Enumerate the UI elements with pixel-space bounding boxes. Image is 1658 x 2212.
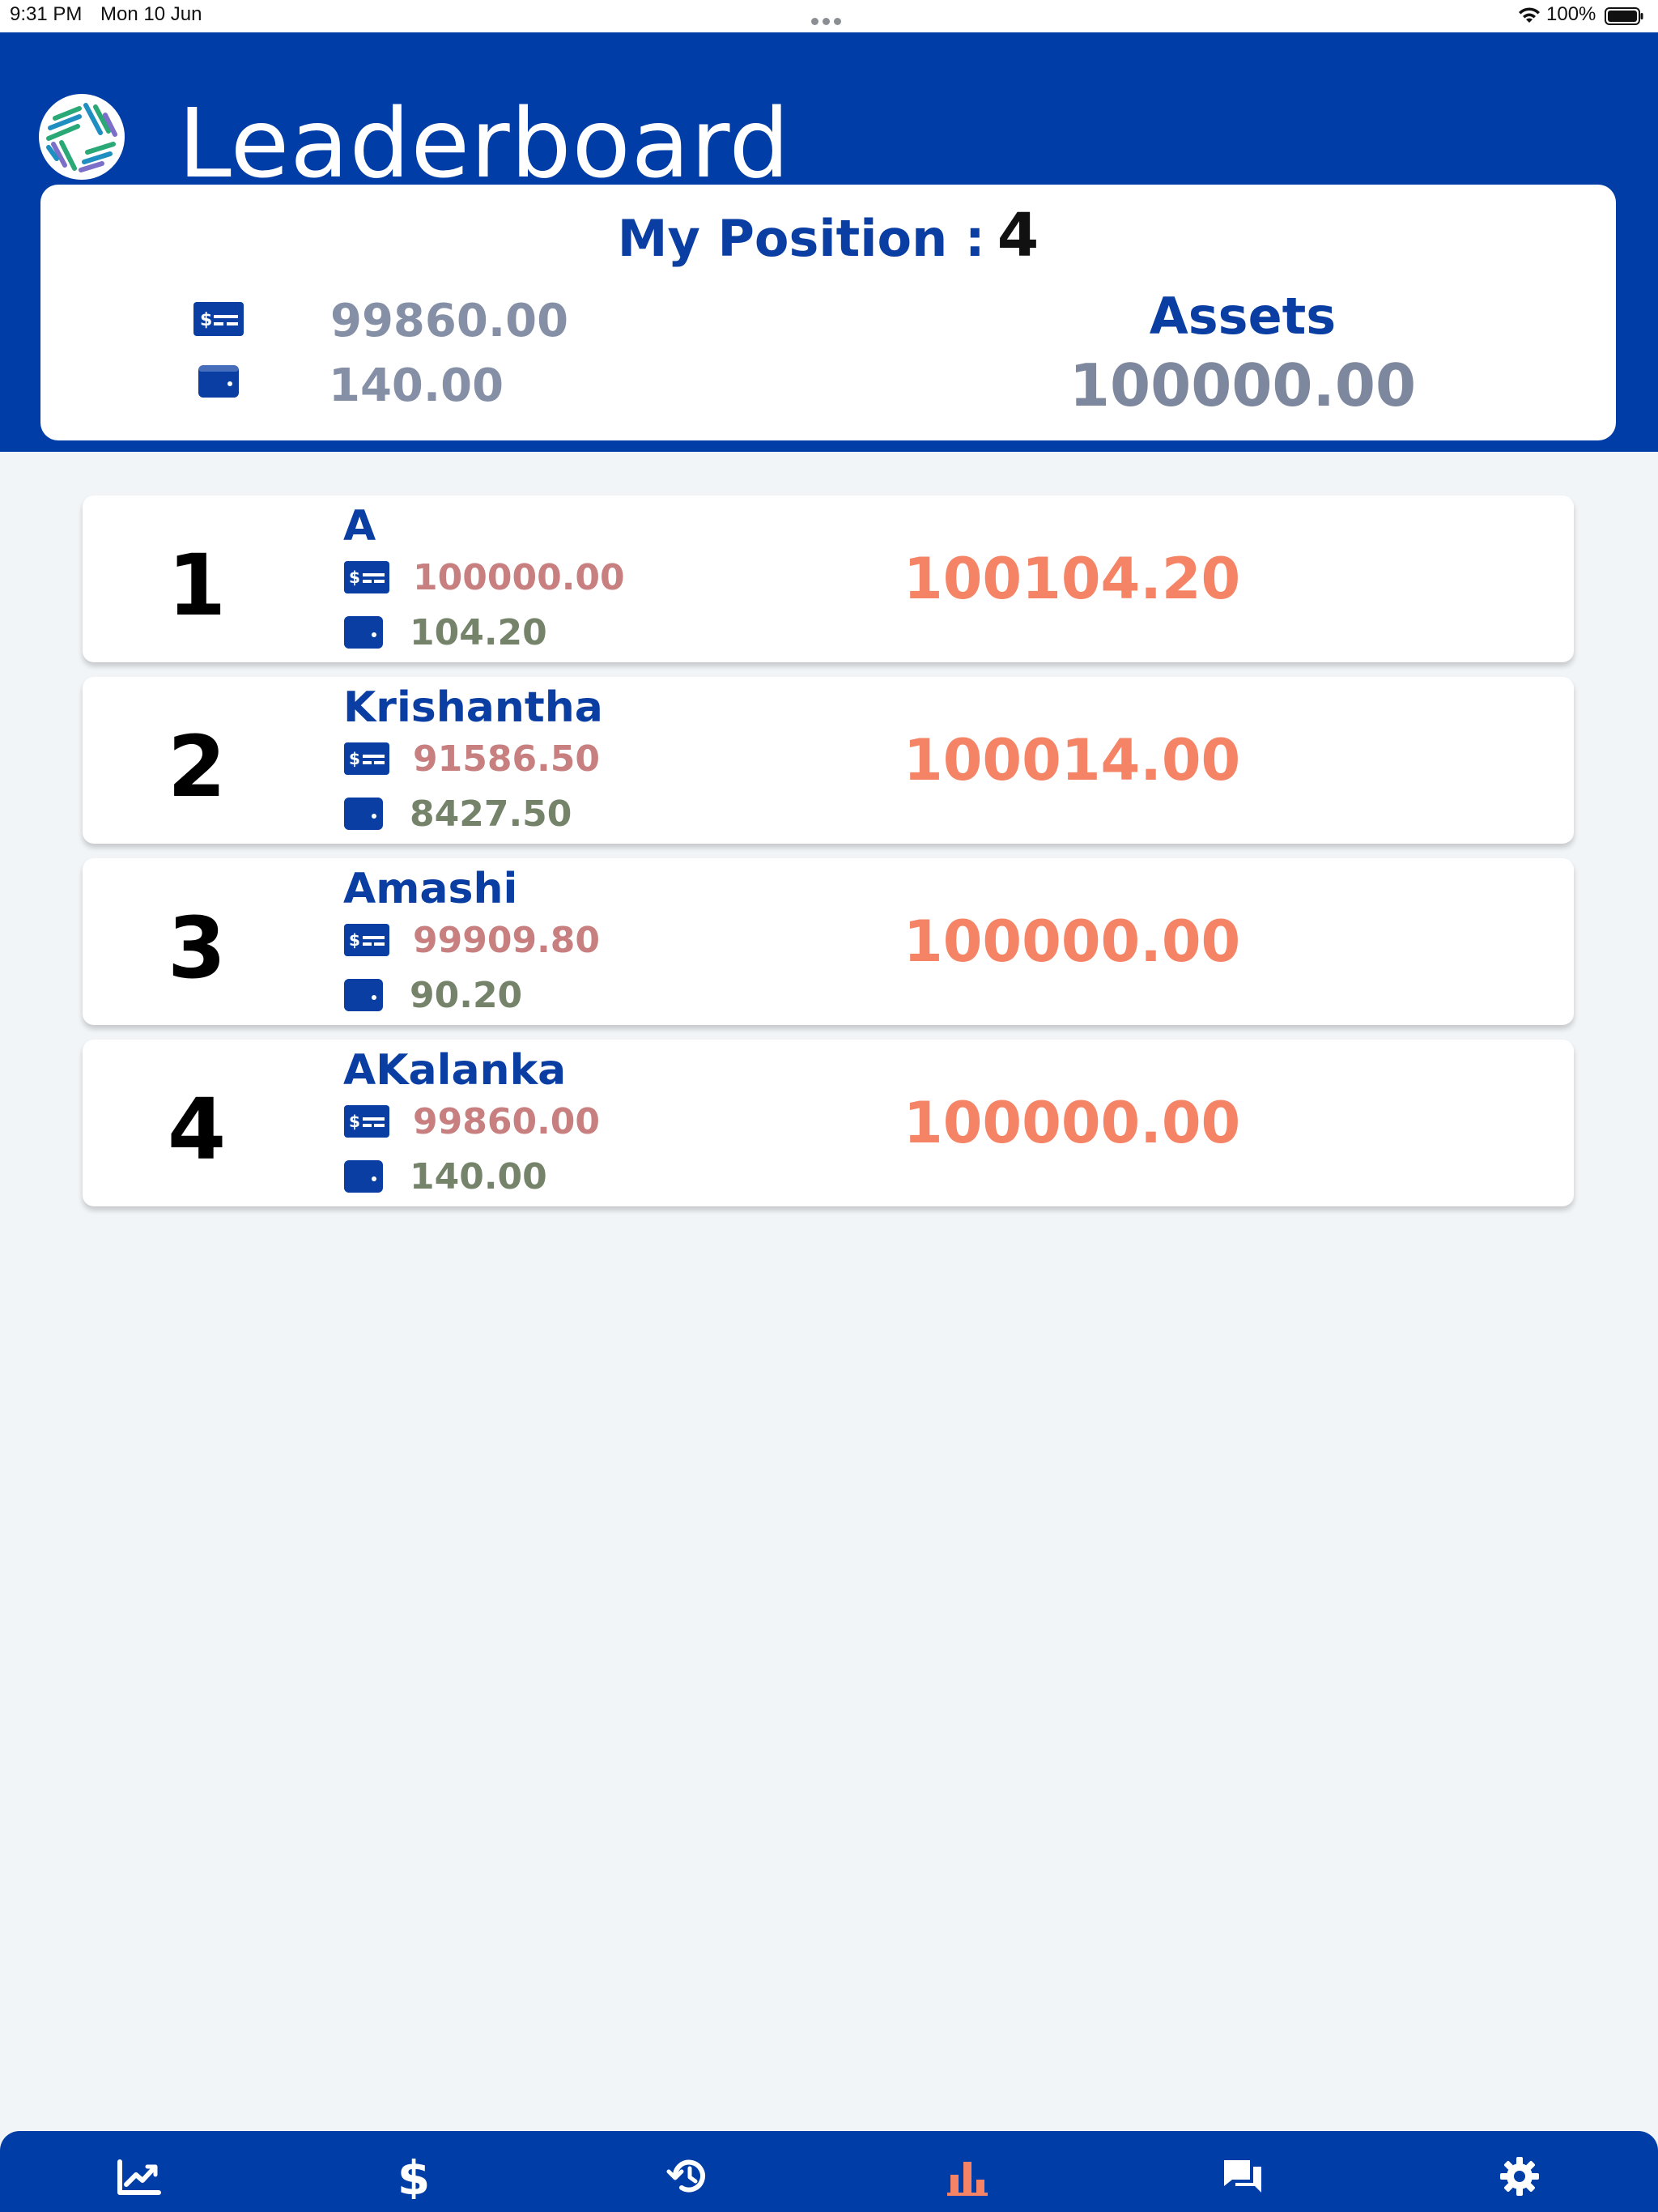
total-assets-value: 100104.20 <box>903 546 1241 612</box>
rank-number: 2 <box>167 717 227 816</box>
cash-value: 99860.00 <box>413 1101 601 1142</box>
user-name: A <box>343 502 376 551</box>
wallet-icon <box>344 1160 383 1193</box>
rank-number: 1 <box>167 536 227 635</box>
wifi-icon <box>1519 7 1540 23</box>
bottom-navigation: $ <box>0 2131 1658 2212</box>
battery-icon <box>1605 7 1643 25</box>
history-icon[interactable] <box>665 2154 712 2199</box>
leaderboard-row[interactable]: 1 A $ 100000.00 104.20 100104.20 <box>83 496 1574 662</box>
trend-chart-icon[interactable] <box>115 2154 162 2199</box>
wallet-icon <box>344 616 383 649</box>
assets-value: 100000.00 <box>1069 351 1417 419</box>
svg-text:$: $ <box>349 749 360 768</box>
app-logo-icon <box>39 94 125 180</box>
header: Leaderboard My Position : 4 $ 99860.00 1… <box>0 32 1658 452</box>
svg-text:$: $ <box>349 1112 360 1131</box>
my-position-value: 4 <box>997 201 1039 270</box>
my-holdings-value: 140.00 <box>329 359 504 412</box>
svg-text:$: $ <box>349 568 360 587</box>
bar-chart-icon[interactable] <box>944 2154 991 2199</box>
wallet-icon <box>344 979 383 1011</box>
rank-number: 4 <box>167 1080 227 1179</box>
cash-icon: $ <box>344 742 389 775</box>
total-assets-value: 100000.00 <box>903 908 1241 975</box>
multitasking-dots-icon[interactable] <box>811 13 845 25</box>
total-assets-value: 100000.00 <box>903 1090 1241 1156</box>
status-date: Mon 10 Jun <box>100 3 202 25</box>
rank-number: 3 <box>167 899 227 998</box>
chat-icon[interactable] <box>1219 2154 1266 2199</box>
holdings-value: 90.20 <box>410 975 523 1016</box>
user-name: AKalanka <box>343 1046 567 1095</box>
svg-text:$: $ <box>397 2154 430 2199</box>
battery-percent: 100% <box>1546 3 1596 25</box>
leaderboard-row[interactable]: 2 Krishantha $ 91586.50 8427.50 100014.0… <box>83 677 1574 844</box>
holdings-value: 140.00 <box>410 1156 547 1197</box>
my-cash-value: 99860.00 <box>330 295 569 347</box>
status-time: 9:31 PM <box>10 3 83 25</box>
holdings-value: 104.20 <box>410 612 547 653</box>
wallet-icon <box>344 798 383 830</box>
settings-icon[interactable] <box>1496 2154 1543 2199</box>
dollar-icon[interactable]: $ <box>390 2154 437 2199</box>
cash-value: 91586.50 <box>413 738 601 780</box>
cash-icon: $ <box>344 561 389 593</box>
my-position-row: My Position : 4 <box>40 201 1616 270</box>
leaderboard-row[interactable]: 4 AKalanka $ 99860.00 140.00 100000.00 <box>83 1040 1574 1206</box>
holdings-value: 8427.50 <box>410 793 572 835</box>
assets-label: Assets <box>1149 287 1337 346</box>
leaderboard-row[interactable]: 3 Amashi $ 99909.80 90.20 100000.00 <box>83 858 1574 1025</box>
total-assets-value: 100014.00 <box>903 727 1241 793</box>
cash-value: 100000.00 <box>413 557 625 598</box>
cash-icon: $ <box>193 302 244 336</box>
cash-value: 99909.80 <box>413 920 601 961</box>
user-name: Krishantha <box>343 683 603 732</box>
cash-icon: $ <box>344 924 389 956</box>
status-bar: 9:31 PM Mon 10 Jun 100% <box>0 0 1658 32</box>
svg-text:$: $ <box>349 930 360 950</box>
my-position-label: My Position : <box>617 209 985 268</box>
cash-icon: $ <box>344 1105 389 1138</box>
page-title: Leaderboard <box>178 87 791 199</box>
wallet-icon <box>198 365 239 398</box>
svg-text:$: $ <box>200 310 212 330</box>
user-name: Amashi <box>343 865 518 913</box>
my-position-card: My Position : 4 $ 99860.00 140.00 Assets… <box>40 185 1616 440</box>
